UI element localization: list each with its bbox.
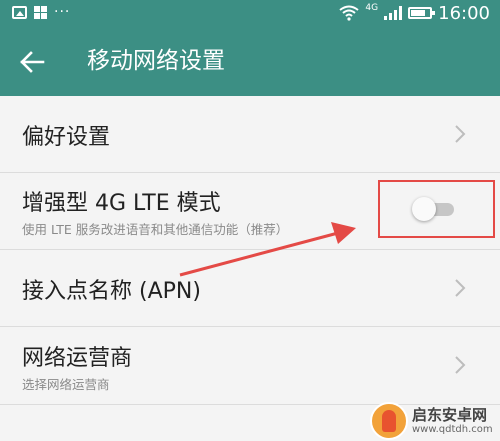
page-title: 移动网络设置	[87, 48, 225, 74]
highlight-box	[378, 180, 495, 238]
setting-apn[interactable]: 接入点名称 (APN)	[0, 250, 500, 327]
status-time: 16:00	[438, 2, 490, 24]
back-arrow-icon[interactable]	[18, 48, 46, 76]
setting-title: 偏好设置	[22, 125, 111, 150]
chevron-right-icon	[455, 279, 466, 297]
watermark-logo	[370, 402, 408, 440]
setting-title: 接入点名称 (APN)	[22, 279, 201, 304]
setting-subtitle: 选择网络运营商	[22, 377, 110, 392]
setting-preferences[interactable]: 偏好设置	[0, 96, 500, 173]
watermark-url: www.qdtdh.com	[412, 424, 493, 435]
more-dots-icon: ···	[54, 4, 71, 20]
signal-icon	[384, 6, 403, 20]
setting-subtitle: 使用 LTE 服务改进语音和其他通信功能（推荐）	[22, 222, 289, 237]
setting-title: 网络运营商	[22, 346, 133, 371]
status-bar: ··· 4G 16:00	[0, 0, 500, 26]
setting-network-operator[interactable]: 网络运营商 选择网络运营商	[0, 327, 500, 405]
image-icon	[12, 5, 27, 19]
status-right-icons: 4G 16:00	[339, 2, 490, 24]
grid-icon	[34, 5, 47, 19]
status-left-icons: ···	[12, 5, 70, 19]
network-type-label: 4G	[365, 3, 379, 13]
chevron-right-icon	[455, 125, 466, 143]
watermark-name: 启东安卓网	[412, 406, 488, 424]
wifi-icon	[339, 5, 360, 21]
app-bar: 移动网络设置	[0, 26, 500, 96]
battery-icon	[408, 7, 436, 19]
setting-title: 增强型 4G LTE 模式	[22, 191, 221, 216]
chevron-right-icon	[455, 356, 466, 374]
watermark: 启东安卓网 www.qdtdh.com	[370, 400, 500, 441]
settings-list: 偏好设置 增强型 4G LTE 模式 使用 LTE 服务改进语音和其他通信功能（…	[0, 96, 500, 405]
